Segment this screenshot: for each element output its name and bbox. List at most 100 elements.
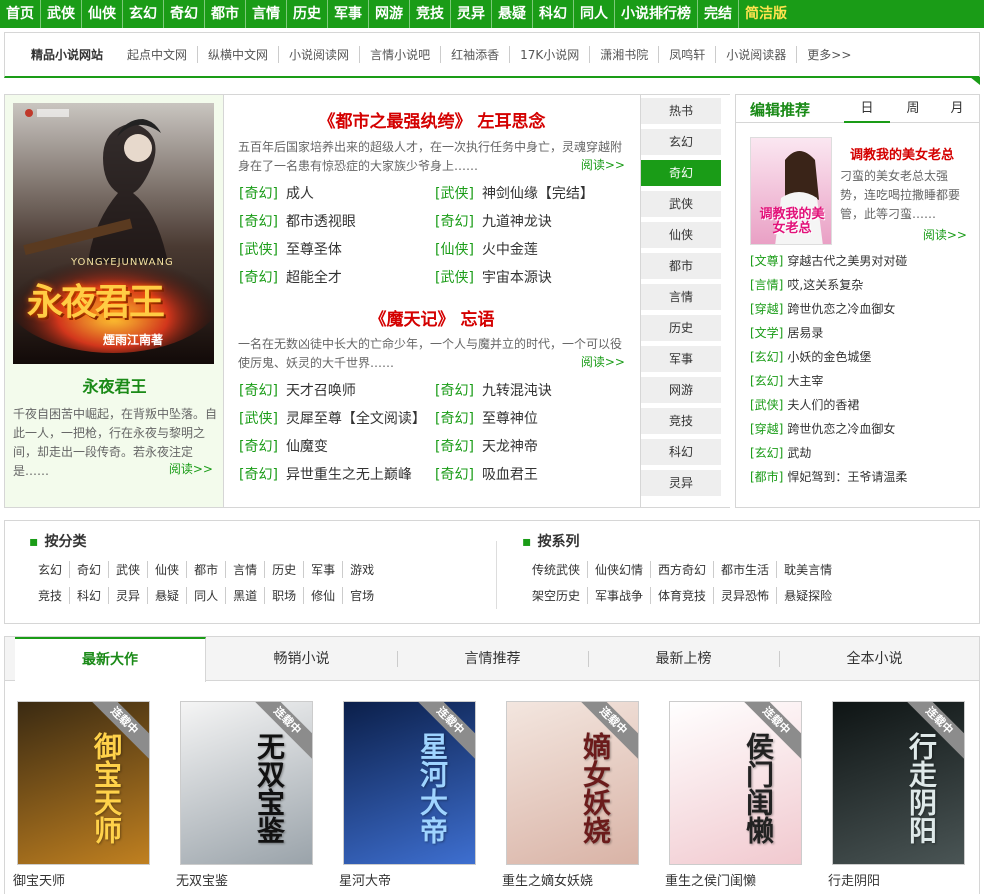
book-list-item[interactable]: [武侠] 灵犀至尊【全文阅读】: [239, 408, 435, 428]
book-list-item[interactable]: [奇幻] 仙魔变: [239, 436, 435, 456]
book-name-link[interactable]: 武劫: [787, 446, 811, 460]
book-category-tag[interactable]: [文学]: [750, 326, 783, 340]
classification-link[interactable]: 武侠: [108, 561, 147, 578]
book-name-link[interactable]: 都市透视眼: [286, 214, 356, 230]
book-category-tag[interactable]: [奇幻]: [435, 467, 474, 483]
nav-item[interactable]: 玄幻: [123, 0, 164, 28]
category-tab[interactable]: 竞技: [641, 408, 721, 434]
book-title-link[interactable]: 御宝天师: [13, 870, 65, 889]
book-name-link[interactable]: 异世重生之无上巅峰: [286, 467, 412, 483]
editor-list-item[interactable]: [玄幻] 大主宰: [750, 369, 978, 393]
nav-item[interactable]: 都市: [205, 0, 246, 28]
category-tab[interactable]: 科幻: [641, 439, 721, 465]
classification-link[interactable]: 历史: [264, 561, 303, 578]
book-name-link[interactable]: 九道神龙诀: [482, 214, 552, 230]
book-list-item[interactable]: [奇幻] 至尊神位: [435, 408, 631, 428]
nav-item[interactable]: 悬疑: [492, 0, 533, 28]
book-name-link[interactable]: 哎,这关系复杂: [787, 278, 863, 292]
category-tab[interactable]: 奇幻: [641, 160, 721, 186]
classification-link[interactable]: 仙侠幻情: [587, 561, 650, 578]
book-category-tag[interactable]: [奇幻]: [239, 214, 278, 230]
partner-link[interactable]: 起点中文网: [117, 46, 197, 63]
classification-link[interactable]: 奇幻: [69, 561, 108, 578]
book-category-tag[interactable]: [奇幻]: [435, 383, 474, 399]
book-title-link[interactable]: 行走阴阳: [828, 870, 880, 889]
classification-link[interactable]: 科幻: [69, 587, 108, 604]
category-tab[interactable]: 热书: [641, 98, 721, 124]
block2-read-more-link[interactable]: 阅读>>: [576, 353, 625, 370]
editor-read-more-link[interactable]: 阅读>>: [923, 226, 967, 243]
book-list-item[interactable]: [奇幻] 九道神龙诀: [435, 211, 631, 231]
nav-item[interactable]: 奇幻: [164, 0, 205, 28]
partner-link[interactable]: 纵横中文网: [197, 46, 278, 63]
category-tab[interactable]: 武侠: [641, 191, 721, 217]
editor-list-item[interactable]: [玄幻] 武劫: [750, 441, 978, 465]
category-tab[interactable]: 玄幻: [641, 129, 721, 155]
book-card[interactable]: 行走阴阳 连载中行走阴阳: [828, 701, 965, 889]
editor-book-cover[interactable]: 调教我的美女老总: [750, 137, 832, 245]
classification-link[interactable]: 架空历史: [532, 587, 587, 604]
block1-title[interactable]: 《都市之最强纨绔》 左耳思念: [225, 107, 639, 132]
editor-period-tab[interactable]: 月: [934, 95, 980, 123]
editor-list-item[interactable]: [穿越] 跨世仇恋之冷血御女: [750, 417, 978, 441]
book-title-link[interactable]: 无双宝鉴: [176, 870, 228, 889]
block1-read-more-link[interactable]: 阅读>>: [576, 156, 625, 173]
nav-item[interactable]: 小说排行榜: [615, 0, 698, 28]
classification-link[interactable]: 悬疑探险: [776, 587, 839, 604]
book-category-tag[interactable]: [奇幻]: [239, 467, 278, 483]
category-tab[interactable]: 灵异: [641, 470, 721, 496]
category-tab[interactable]: 网游: [641, 377, 721, 403]
book-category-tag[interactable]: [都市]: [750, 470, 783, 484]
classification-link[interactable]: 耽美言情: [776, 561, 839, 578]
nav-item[interactable]: 完结: [698, 0, 739, 28]
classification-link[interactable]: 都市: [186, 561, 225, 578]
book-card[interactable]: 侯门闺懒 连载中 重生之侯门闺懒: [665, 701, 802, 889]
book-category-tag[interactable]: [武侠]: [239, 242, 278, 258]
book-card[interactable]: 御宝天师 连载中 御宝天师: [13, 701, 150, 889]
book-name-link[interactable]: 小妖的金色城堡: [787, 350, 871, 364]
book-category-tag[interactable]: [武侠]: [435, 270, 474, 286]
editor-list-item[interactable]: [玄幻] 小妖的金色城堡: [750, 345, 978, 369]
book-list-item[interactable]: [奇幻] 天龙神帝: [435, 436, 631, 456]
book-name-link[interactable]: 天龙神帝: [482, 439, 538, 455]
book-category-tag[interactable]: [奇幻]: [239, 270, 278, 286]
book-name-link[interactable]: 仙魔变: [286, 439, 328, 455]
classification-link[interactable]: 官场: [342, 587, 381, 604]
book-name-link[interactable]: 夫人们的香裙: [787, 398, 859, 412]
book-card[interactable]: 嫡女妖娆 连载中重生之嫡女妖娆: [502, 701, 639, 889]
nav-item[interactable]: 竞技: [410, 0, 451, 28]
book-list-item[interactable]: [武侠] 神剑仙缘【完结】: [435, 183, 631, 203]
book-list-item[interactable]: [奇幻] 成人: [239, 183, 435, 203]
classification-link[interactable]: 同人: [186, 587, 225, 604]
book-title-link[interactable]: 重生之嫡女妖娆: [502, 870, 593, 889]
book-name-link[interactable]: 悍妃驾到：王爷请温柔: [787, 470, 907, 484]
nav-item[interactable]: 科幻: [533, 0, 574, 28]
nav-item[interactable]: 军事: [328, 0, 369, 28]
book-cover[interactable]: 无双宝鉴 连载中: [180, 701, 313, 865]
book-name-link[interactable]: 宇宙本源诀: [482, 270, 552, 286]
nav-item[interactable]: 历史: [287, 0, 328, 28]
nav-item[interactable]: 首页: [0, 0, 41, 28]
book-cover[interactable]: 行走阴阳 连载中: [832, 701, 965, 865]
classification-link[interactable]: 游戏: [342, 561, 381, 578]
editor-list-item[interactable]: [文尊] 穿越古代之美男对对碰: [750, 249, 978, 273]
book-name-link[interactable]: 神剑仙缘【完结】: [482, 186, 594, 202]
book-category-tag[interactable]: [穿越]: [750, 422, 783, 436]
book-category-tag[interactable]: [奇幻]: [435, 411, 474, 427]
book-category-tag[interactable]: [穿越]: [750, 302, 783, 316]
category-tab[interactable]: 言情: [641, 284, 721, 310]
book-cover[interactable]: 嫡女妖娆 连载中: [506, 701, 639, 865]
classification-link[interactable]: 黑道: [225, 587, 264, 604]
book-name-link[interactable]: 跨世仇恋之冷血御女: [787, 302, 895, 316]
nav-item[interactable]: 仙侠: [82, 0, 123, 28]
partner-link[interactable]: 17K小说网: [509, 46, 589, 63]
classification-link[interactable]: 修仙: [303, 587, 342, 604]
book-list-item[interactable]: [奇幻] 都市透视眼: [239, 211, 435, 231]
book-name-link[interactable]: 超能全才: [286, 270, 342, 286]
classification-link[interactable]: 竞技: [38, 587, 69, 604]
editor-list-item[interactable]: [文学] 居易录: [750, 321, 978, 345]
classification-link[interactable]: 传统武侠: [532, 561, 587, 578]
editor-list-item[interactable]: [言情] 哎,这关系复杂: [750, 273, 978, 297]
classification-link[interactable]: 灵异恐怖: [713, 587, 776, 604]
classification-link[interactable]: 体育竞技: [650, 587, 713, 604]
